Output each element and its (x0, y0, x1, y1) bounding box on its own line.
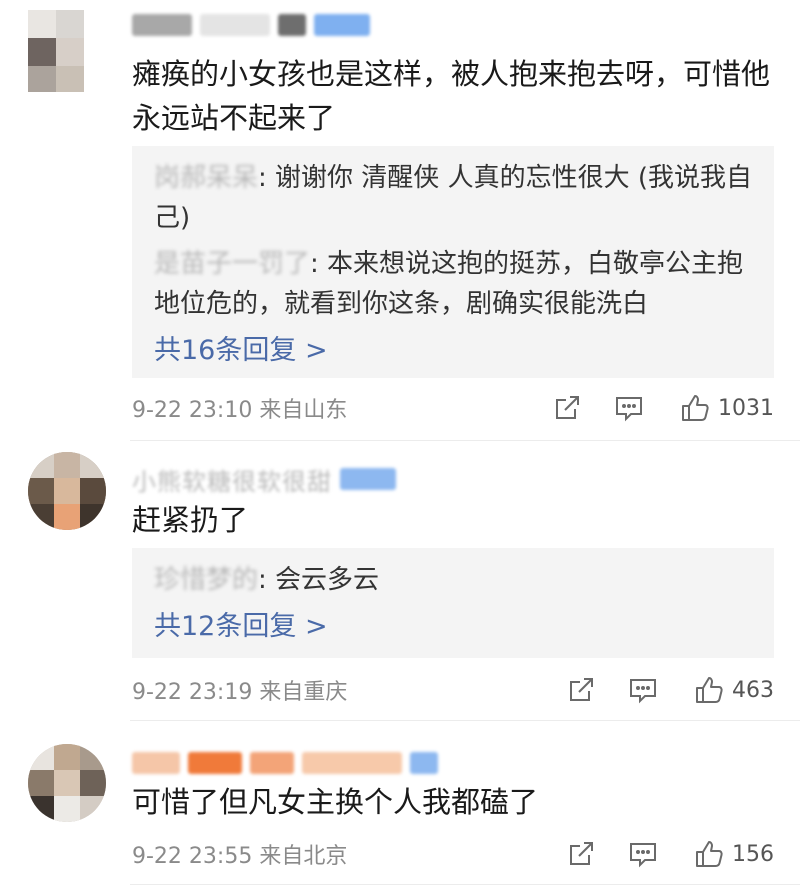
reply-text: : 会云多云 (258, 565, 380, 595)
comment-text: 赶紧扔了 (132, 503, 249, 537)
reply-item[interactable]: 珍惜梦的: 会云多云 (154, 560, 752, 600)
comment-footer: 9-22 23:19 来自重庆 463 (132, 672, 774, 708)
comment-button[interactable] (612, 673, 674, 707)
comment-item: 小熊软糖很软很甜 赶紧扔了 珍惜梦的: 会云多云 共12条回复 > 9-22 2… (0, 440, 800, 720)
reply-item[interactable]: 是苗子一罚了: 本来想说这抱的挺苏，白敬亭公主抱地位危的，就看到你这条，剧确实很… (154, 244, 752, 324)
reply-box[interactable]: 岗郝呆呆: 谢谢你 清醒侠 人真的忘性很大 (我说我自己) 是苗子一罚了: 本来… (132, 146, 774, 378)
like-button[interactable]: 463 (694, 675, 774, 705)
username-text[interactable]: 小熊软糖很软很甜 (132, 462, 332, 497)
username[interactable]: 小熊软糖很软很甜 (132, 462, 396, 496)
reply-box[interactable]: 珍惜梦的: 会云多云 共12条回复 > (132, 548, 774, 658)
reply-item[interactable]: 岗郝呆呆: 谢谢你 清醒侠 人真的忘性很大 (我说我自己) (154, 158, 752, 238)
more-replies-link[interactable]: 共12条回复 > (154, 606, 752, 648)
share-button[interactable] (536, 391, 598, 425)
comment-icon (630, 679, 656, 704)
thumbs-up-icon (682, 395, 709, 421)
reply-author[interactable]: 珍惜梦的 (154, 560, 258, 600)
username[interactable] (132, 8, 370, 42)
thumbs-up-icon (696, 841, 723, 867)
like-button[interactable]: 1031 (680, 393, 774, 423)
comment-icon (616, 397, 642, 422)
comment-text: 可惜了但凡女主换个人我都磕了 (132, 785, 539, 819)
like-count: 463 (732, 677, 774, 703)
more-replies-link[interactable]: 共16条回复 > (154, 330, 752, 372)
timestamp-location: 9-22 23:19 来自重庆 (132, 680, 348, 705)
comment-item: 瘫痪的小女孩也是这样，被人抱来抱去呀，可惜他永远站不起来了 岗郝呆呆: 谢谢你 … (0, 0, 800, 440)
divider (130, 884, 800, 885)
comment-button[interactable] (598, 391, 660, 425)
share-button[interactable] (550, 673, 612, 707)
timestamp-location: 9-22 23:10 来自山东 (132, 398, 348, 423)
comment-icon (630, 843, 656, 868)
comment-text: 瘫痪的小女孩也是这样，被人抱来抱去呀，可惜他永远站不起来了 (132, 57, 771, 135)
share-icon (556, 396, 579, 419)
reply-author[interactable]: 是苗子一罚了 (154, 244, 310, 284)
comment-item: 可惜了但凡女主换个人我都磕了 9-22 23:55 来自北京 156 (0, 720, 800, 888)
avatar[interactable] (28, 10, 84, 92)
share-icon (570, 678, 593, 701)
thumbs-up-icon (696, 677, 723, 703)
like-count: 1031 (718, 395, 774, 421)
comment-footer: 9-22 23:10 来自山东 1031 (132, 390, 774, 426)
avatar[interactable] (28, 744, 106, 822)
share-button[interactable] (550, 837, 612, 871)
like-count: 156 (732, 841, 774, 867)
avatar[interactable] (28, 452, 106, 530)
like-button[interactable]: 156 (694, 839, 774, 869)
comment-button[interactable] (612, 837, 674, 871)
timestamp-location: 9-22 23:55 来自北京 (132, 844, 348, 869)
share-icon (570, 842, 593, 865)
reply-author[interactable]: 岗郝呆呆 (154, 158, 258, 198)
comment-footer: 9-22 23:55 来自北京 156 (132, 836, 774, 872)
username[interactable] (132, 746, 438, 780)
